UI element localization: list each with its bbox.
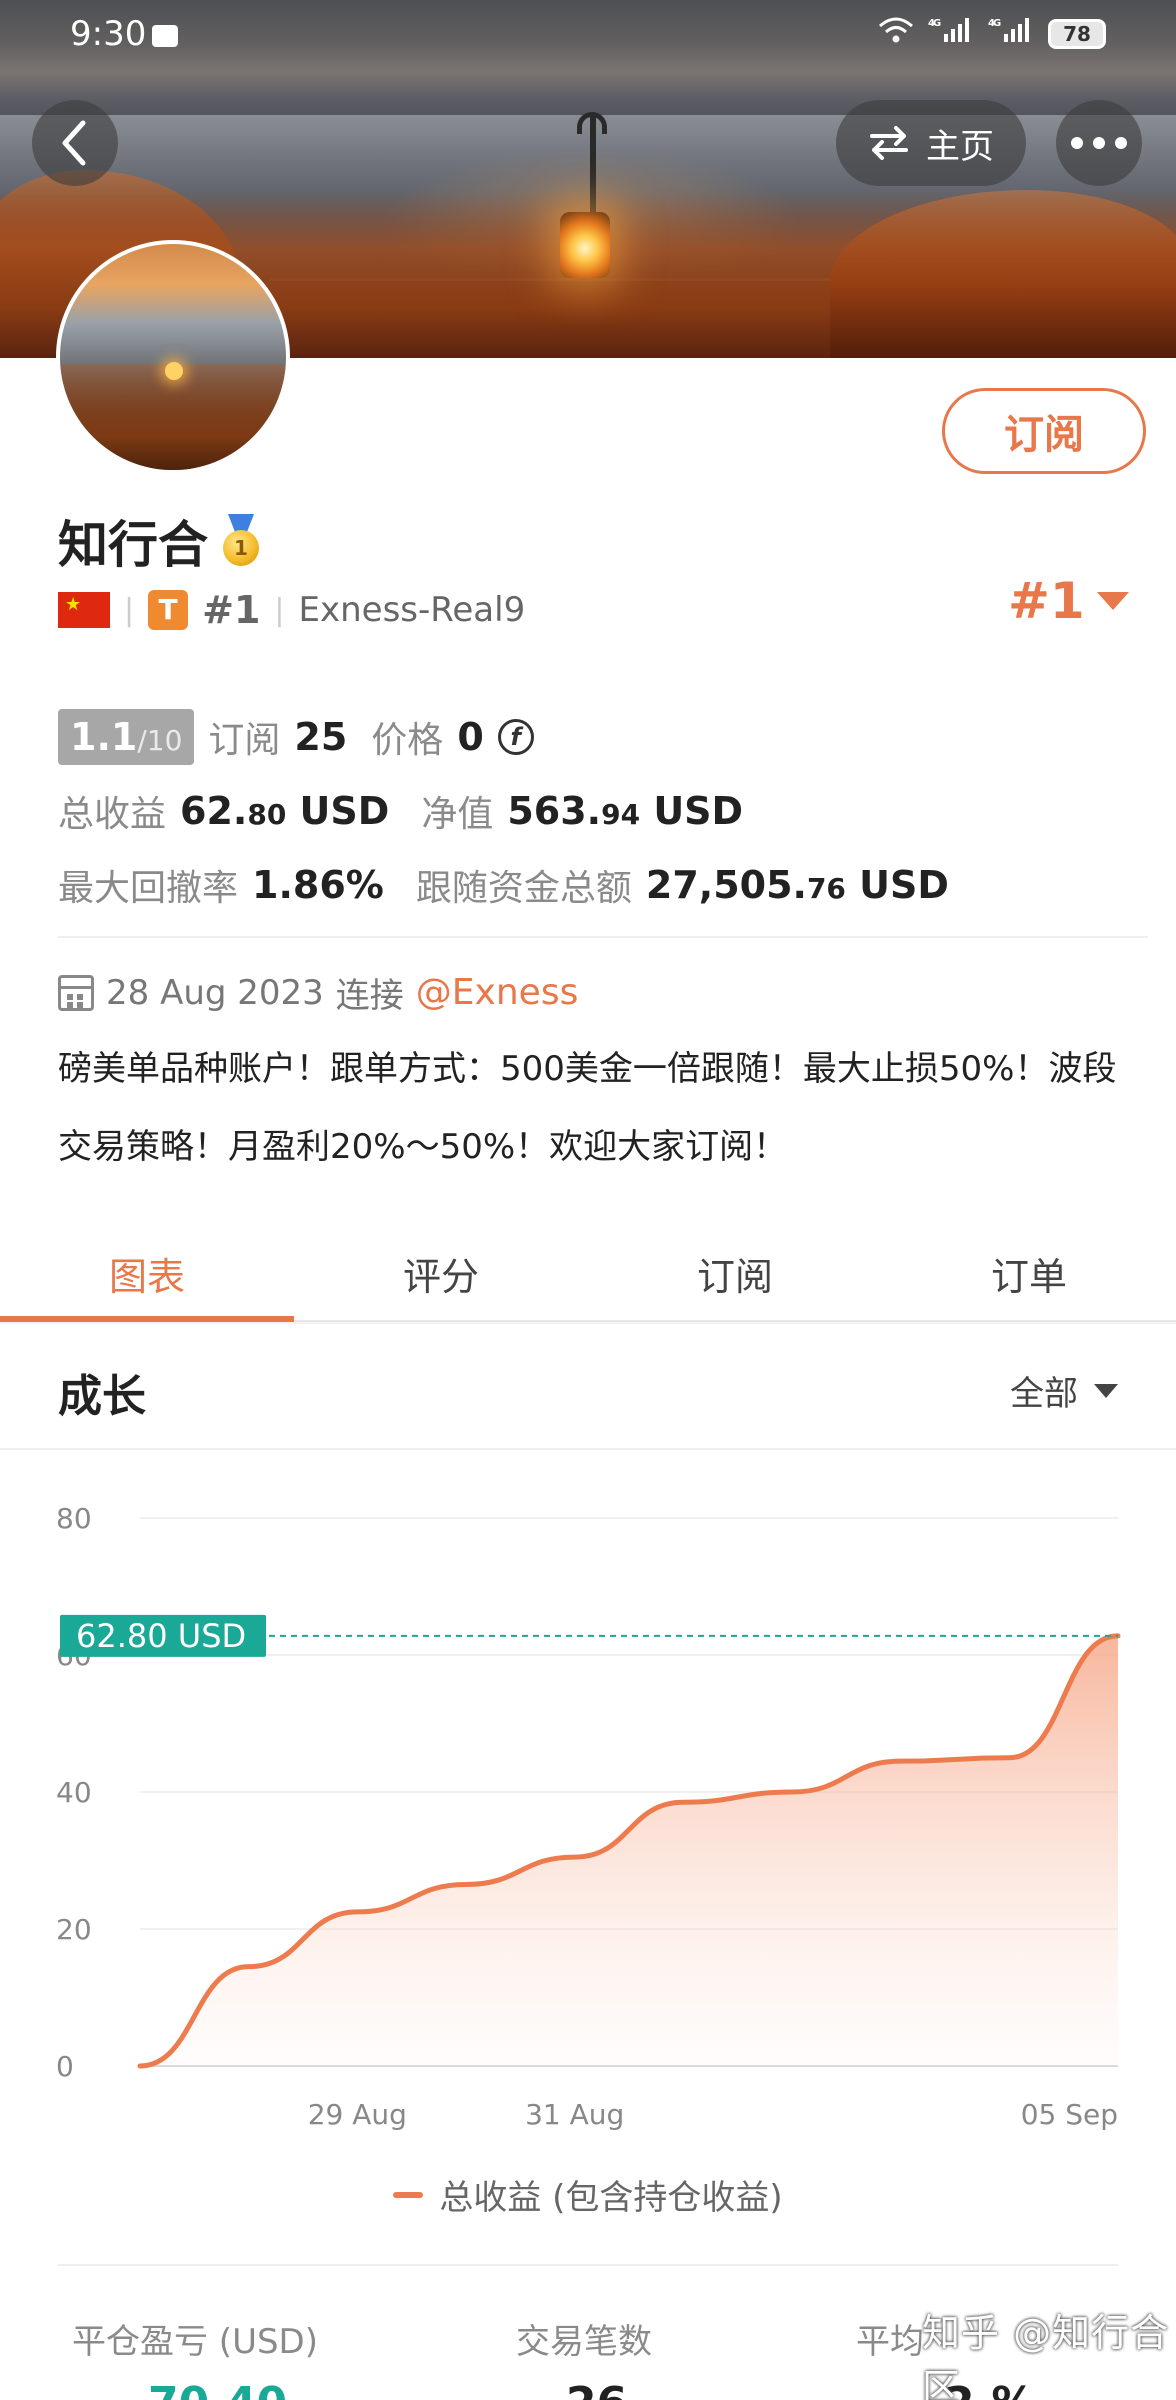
range-filter[interactable]: 全部 [1010,1366,1118,1415]
equity: 563.94 USD [507,789,744,833]
trader-name: 知行合 [58,516,208,574]
info-row: ★ | T #1 | Exness-Real9 [58,588,525,632]
t-badge: T [148,590,189,630]
triangle-down-icon [1094,1383,1118,1398]
description: 磅美单品种账户！跟单方式：500美金一倍跟随！最大止损50%！波段交易策略！月盈… [58,1049,1117,1167]
y-tick-label: 0 [56,2050,74,2083]
current-value-label: 62.80 USD [76,1617,246,1655]
y-tick-label: 40 [56,1776,92,1809]
growth-header: 成长 全部 [0,1324,1176,1450]
status-time: 9:30 [70,14,179,54]
chart-legend[interactable]: 总收益 (包含持仓收益) [0,2170,1176,2219]
watermark: 知乎 @知行合区 [922,2311,1170,2400]
legend-label: 总收益 (包含持仓收益) [439,2178,783,2218]
x-tick-label: 05 Sep [1021,2098,1118,2131]
broker-link[interactable]: @Exness [416,972,579,1013]
wifi-icon [878,16,914,51]
price-value: 0 [457,715,484,759]
chevron-left-icon [62,120,86,166]
x-tick-label: 31 Aug [525,2098,624,2131]
subscribe-button[interactable]: 订阅 [942,388,1146,474]
calendar-icon [58,974,94,1011]
home-button-label: 主页 [926,126,994,167]
back-button[interactable] [32,100,118,186]
triangle-down-icon [1096,592,1129,610]
screen: 9:30 4G 4G 78 主页 订阅 知行合 1 ★ | T #1 | Exn… [0,0,1176,2400]
china-flag-icon: ★ [58,592,110,628]
max-drawdown: 1.86% [252,863,384,907]
notification-icon [152,24,179,47]
subscriber-count: 25 [294,715,348,759]
svg-text:4G: 4G [928,18,941,29]
series-area [140,1635,1118,2066]
divider [58,2264,1118,2266]
more-button[interactable] [1056,100,1142,186]
divider [58,936,1148,938]
more-icon [1071,137,1127,149]
name-row: 知行合 1 [58,505,264,577]
x-tick-label: 29 Aug [308,2098,407,2131]
trade-count-label: 交易笔数 [516,2322,652,2362]
y-tick-label: 80 [56,1502,92,1535]
battery-icon: 78 [1048,18,1106,49]
connect-row: 28 Aug 2023 连接 @Exness [58,968,578,1017]
growth-chart: 020406080 29 Aug31 Aug05 Sep 62.80 USD [0,1450,1176,2210]
tab-rating[interactable]: 评分 [294,1226,588,1320]
chart-svg: 020406080 29 Aug31 Aug05 Sep 62.80 USD [56,1502,1121,2131]
svg-text:4G: 4G [988,18,1001,29]
status-icons: 4G 4G 78 [878,16,1106,51]
section-title: 成长 [58,1371,146,1422]
closed-pnl-label: 平仓盈亏 (USD) [72,2322,318,2362]
signal-icon: 4G [928,16,974,51]
status-bar: 9:30 4G 4G 78 [0,0,1176,70]
coin-icon: f [497,719,534,755]
level-badge: 1.1/10 [58,709,195,765]
account-name: Exness-Real9 [298,590,526,630]
stats: 1.1/10 订阅 25 价格 0 f 总收益 62.80 USD 净值 563.9… [58,700,949,922]
legend-swatch [393,2191,424,2198]
rank-dropdown[interactable]: #1 [1008,572,1129,630]
tab-bar: 图表 评分 订阅 订单 [0,1226,1176,1322]
avatar[interactable] [56,240,290,474]
home-button[interactable]: 主页 [836,100,1026,186]
average-label: 平均 [856,2322,924,2362]
signal-icon-2: 4G [988,16,1034,51]
total-profit: 62.80 USD [180,789,390,833]
tab-orders[interactable]: 订单 [882,1226,1176,1320]
gold-medal-icon: 1 [218,514,264,568]
trade-count-value: 26 [566,2378,627,2400]
tab-chart[interactable]: 图表 [0,1226,294,1322]
tab-subscribe[interactable]: 订阅 [588,1226,882,1320]
follow-funds: 27,505.76 USD [645,863,949,907]
y-tick-label: 20 [56,1913,92,1946]
swap-icon [870,126,908,160]
rank-tag: #1 [202,588,261,632]
closed-pnl-value: 70.40 [148,2378,287,2400]
